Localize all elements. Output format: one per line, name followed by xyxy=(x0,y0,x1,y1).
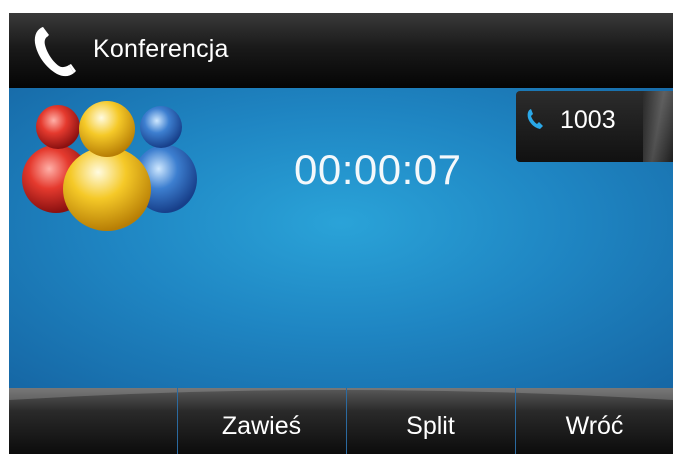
split-button[interactable]: Split xyxy=(346,388,514,454)
phone-screen: Konferencja 00:00:07 1003 Zawieś Split W… xyxy=(9,13,673,454)
participant-number: 1003 xyxy=(560,106,616,134)
participant-tab[interactable]: 1003 xyxy=(516,91,673,162)
title-bar: Konferencja xyxy=(9,13,673,88)
softkey-bar: Zawieś Split Wróć xyxy=(9,388,673,454)
phone-icon xyxy=(527,109,543,129)
call-timer: 00:00:07 xyxy=(294,146,462,193)
back-button[interactable]: Wróć xyxy=(515,388,673,454)
conference-users-icon xyxy=(22,101,197,231)
screen-title: Konferencja xyxy=(93,35,229,63)
tab-highlight xyxy=(643,91,673,162)
handset-icon xyxy=(34,27,76,77)
hold-button[interactable]: Zawieś xyxy=(177,388,345,454)
call-area: 00:00:07 1003 xyxy=(9,88,673,388)
softkey-1[interactable] xyxy=(9,388,177,454)
